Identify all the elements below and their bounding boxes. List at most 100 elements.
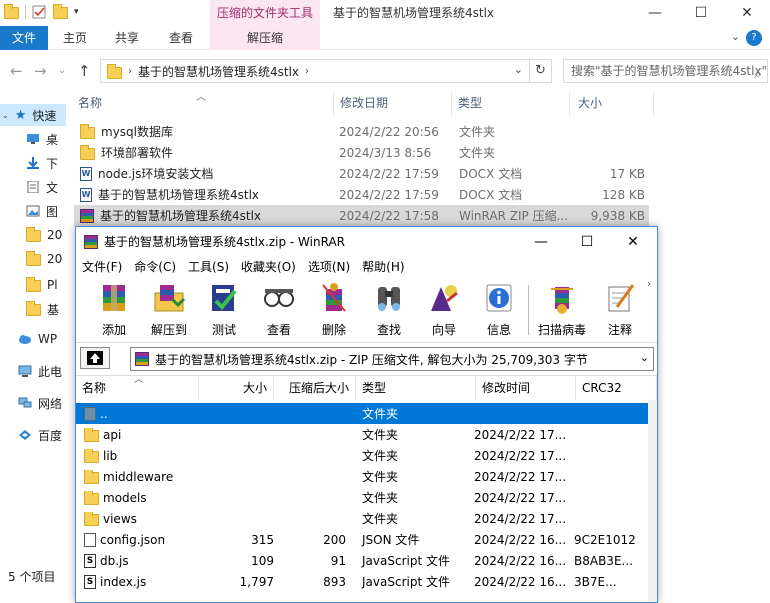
file-row[interactable]: Wnode.js环境安装文档 2024/2/22 17:59 DOCX 文档 1… xyxy=(74,163,649,184)
folder-icon xyxy=(84,427,99,442)
properties-check-icon[interactable] xyxy=(32,5,47,19)
sidebar-item-documents[interactable]: 文 xyxy=(0,176,66,198)
maximize-button[interactable]: ☐ xyxy=(678,0,724,26)
minimize-button[interactable]: — xyxy=(632,0,678,26)
column-name[interactable]: 名称 xyxy=(76,376,199,400)
virus-scan-button[interactable]: 扫描病毒 xyxy=(536,281,588,338)
menu-favorites[interactable]: 收藏夹(O) xyxy=(241,257,302,277)
archive-row[interactable]: Sdb.js 109 91 JavaScript 文件 2024/2/22 16… xyxy=(76,550,648,571)
column-size[interactable]: 大小 xyxy=(199,376,274,400)
back-arrow-icon[interactable]: ← xyxy=(10,62,23,80)
winrar-close-button[interactable]: ✕ xyxy=(610,227,656,257)
column-crc32[interactable]: CRC32 xyxy=(576,376,657,400)
new-folder-icon[interactable] xyxy=(53,4,68,19)
winrar-minimize-button[interactable]: — xyxy=(518,227,564,257)
tab-extract[interactable]: 解压缩 xyxy=(210,26,320,50)
menu-commands[interactable]: 命令(C) xyxy=(134,257,182,277)
archive-row[interactable]: models 文件夹 2024/2/22 17... xyxy=(76,487,648,508)
file-row[interactable]: 环境部署软件 2024/3/13 8:56 文件夹 xyxy=(74,142,649,163)
file-name: node.js环境安装文档 xyxy=(98,167,214,181)
column-name[interactable]: 名称 xyxy=(70,92,334,116)
menu-help[interactable]: 帮助(H) xyxy=(362,257,410,277)
menu-file[interactable]: 文件(F) xyxy=(82,257,128,277)
sidebar-item-downloads[interactable]: 下 xyxy=(0,152,66,174)
sidebar-item-quick-access[interactable]: ⌄ ★ 快速 xyxy=(0,104,66,126)
view-icon xyxy=(264,289,294,307)
file-name: 基于的智慧机场管理系统4stlx xyxy=(100,209,262,223)
tab-share[interactable]: 共享 xyxy=(104,26,150,50)
folder-icon[interactable] xyxy=(4,4,19,19)
vertical-scrollbar[interactable] xyxy=(648,400,657,602)
archive-row[interactable]: middleware 文件夹 2024/2/22 17... xyxy=(76,466,648,487)
column-type[interactable]: 类型 xyxy=(450,92,570,116)
sidebar-item-wps[interactable]: WP xyxy=(0,328,66,350)
extract-to-button[interactable]: 解压到 xyxy=(143,281,195,338)
comment-button[interactable]: 注释 xyxy=(594,281,646,338)
sidebar-item-folder[interactable]: 20 xyxy=(0,248,66,270)
help-icon[interactable]: ? xyxy=(746,30,762,46)
archive-path-text: 基于的智慧机场管理系统4stlx.zip - ZIP 压缩文件, 解包大小为 2… xyxy=(155,352,588,367)
column-type[interactable]: 类型 xyxy=(356,376,476,400)
winrar-maximize-button[interactable]: ☐ xyxy=(564,227,610,257)
delete-button[interactable]: 删除 xyxy=(308,281,360,338)
winrar-title-bar: 基于的智慧机场管理系统4stlx.zip - WinRAR — ☐ ✕ xyxy=(76,227,657,257)
sidebar-item-label: 20 xyxy=(47,228,63,242)
sidebar-item-pictures[interactable]: 图 xyxy=(0,200,66,222)
refresh-button[interactable]: ↻ xyxy=(530,59,552,83)
sidebar-item-label: 百度 xyxy=(38,428,63,443)
star-icon: ★ xyxy=(14,107,27,123)
menu-tools[interactable]: 工具(S) xyxy=(188,257,235,277)
test-button[interactable]: 测试 xyxy=(198,281,250,338)
archive-row[interactable]: config.json 315 200 JSON 文件 2024/2/22 16… xyxy=(76,529,648,550)
close-button[interactable]: ✕ xyxy=(724,0,770,26)
column-modified[interactable]: 修改时间 xyxy=(476,376,576,400)
tab-home[interactable]: 主页 xyxy=(52,26,98,50)
archive-row[interactable]: api 文件夹 2024/2/22 17... xyxy=(76,424,648,445)
up-arrow-icon[interactable]: ↑ xyxy=(78,62,91,80)
search-input[interactable]: 搜索"基于的智慧机场管理系统4stlx" ⌕ xyxy=(563,59,768,83)
sidebar-item-this-pc[interactable]: 此电 xyxy=(0,360,66,382)
column-modified[interactable]: 修改日期 xyxy=(332,92,452,116)
sidebar-item-folder[interactable]: 20 xyxy=(0,224,66,246)
file-row[interactable]: mysql数据库 2024/2/22 20:56 文件夹 xyxy=(74,121,649,142)
info-button[interactable]: 信息 xyxy=(473,281,525,338)
entry-crc: 9C2E1012 xyxy=(574,532,636,547)
entry-name: views xyxy=(103,511,137,526)
column-packed-size[interactable]: 压缩后大小 xyxy=(274,376,356,400)
breadcrumb[interactable]: 基于的智慧机场管理系统4stlx xyxy=(138,63,299,80)
archive-row[interactable]: Sindex.js 1,797 893 JavaScript 文件 2024/2… xyxy=(76,571,648,592)
customize-qat-icon[interactable]: ▾ xyxy=(74,7,79,17)
sidebar-item-network[interactable]: 网络 xyxy=(0,392,66,414)
column-size[interactable]: 大小 xyxy=(570,92,654,116)
dropdown-chevron-icon[interactable]: ⌄ xyxy=(640,351,649,364)
tab-view[interactable]: 查看 xyxy=(158,26,204,50)
wizard-button[interactable]: 向导 xyxy=(418,281,470,338)
up-one-level-button[interactable] xyxy=(80,347,110,369)
sidebar-item-baidu[interactable]: 百度 xyxy=(0,424,66,446)
add-button[interactable]: 添加 xyxy=(88,281,140,338)
winrar-menu-bar: 文件(F) 命令(C) 工具(S) 收藏夹(O) 选项(N) 帮助(H) xyxy=(76,257,657,277)
sidebar-item-desktop[interactable]: 桌 xyxy=(0,128,66,150)
menu-options[interactable]: 选项(N) xyxy=(308,257,356,277)
toolbar-overflow-icon[interactable]: › xyxy=(647,279,651,290)
tab-file[interactable]: 文件 xyxy=(0,26,48,50)
archive-row-selected[interactable]: .. 文件夹 xyxy=(76,403,648,424)
sidebar-item-folder[interactable]: 基 xyxy=(0,298,66,320)
archive-row[interactable]: lib 文件夹 2024/2/22 17... xyxy=(76,445,648,466)
view-button[interactable]: 查看 xyxy=(253,281,305,338)
file-type: 文件夹 xyxy=(459,125,496,139)
sidebar-item-label: 网络 xyxy=(38,396,63,411)
entry-type: 文件夹 xyxy=(362,470,399,484)
file-row-selected[interactable]: 基于的智慧机场管理系统4stlx 2024/2/22 17:58 WinRAR … xyxy=(74,205,649,226)
sidebar-item-folder[interactable]: Pl xyxy=(0,274,66,296)
recent-locations-icon[interactable]: ⌄ xyxy=(58,65,66,76)
find-button[interactable]: 查找 xyxy=(363,281,415,338)
file-row[interactable]: W 基于的智慧机场管理系统4stlx 2024/2/22 17:59 DOCX 文… xyxy=(74,184,649,205)
address-input[interactable]: › 基于的智慧机场管理系统4stlx › ⌄ xyxy=(100,59,530,83)
ribbon-expand-icon[interactable]: ⌄ xyxy=(731,30,740,43)
forward-arrow-icon[interactable]: → xyxy=(34,62,47,80)
archive-row[interactable]: views 文件夹 2024/2/22 17... xyxy=(76,508,648,529)
archive-path-combobox[interactable]: 基于的智慧机场管理系统4stlx.zip - ZIP 压缩文件, 解包大小为 2… xyxy=(130,347,654,371)
address-dropdown-icon[interactable]: ⌄ xyxy=(514,63,523,76)
javascript-file-icon: S xyxy=(84,574,96,589)
